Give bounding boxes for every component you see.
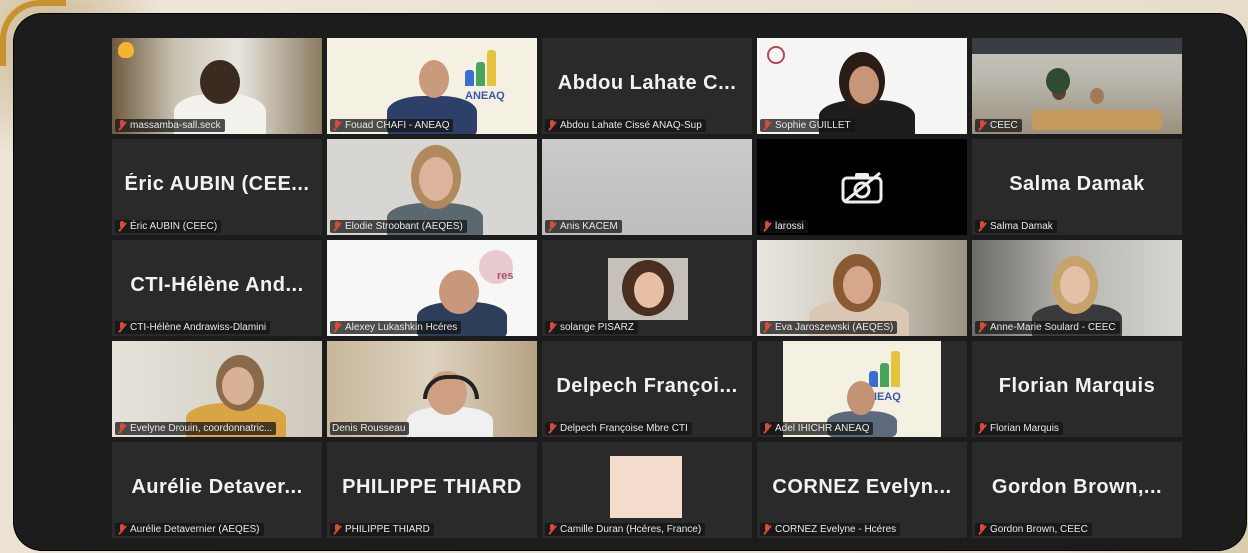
logo-text: res bbox=[497, 270, 514, 282]
mic-muted-icon bbox=[977, 423, 987, 434]
logo-text: ANEAQ bbox=[465, 90, 505, 102]
participant-display-name: Abdou Lahate C... bbox=[557, 72, 737, 94]
participant-display-name: Éric AUBIN (CEE... bbox=[124, 173, 310, 195]
participant-tile[interactable]: Aurélie Detaver... Aurélie Detavernier (… bbox=[112, 442, 322, 538]
participant-tile[interactable]: Anne-Marie Soulard - CEEC bbox=[972, 240, 1182, 336]
participant-name-label: Anne-Marie Soulard - CEEC bbox=[975, 321, 1120, 334]
mic-muted-icon bbox=[977, 120, 987, 131]
participant-name-label: Denis Rousseau bbox=[330, 422, 410, 435]
mic-muted-icon bbox=[547, 120, 557, 131]
mic-muted-icon bbox=[547, 524, 557, 535]
mic-muted-icon bbox=[332, 524, 342, 535]
participant-name-label: Anis KACEM bbox=[545, 220, 622, 233]
mic-muted-icon bbox=[547, 221, 557, 232]
participant-name-label: Elodie Stroobant (AEQES) bbox=[330, 220, 467, 233]
participant-display-name: CORNEZ Evelyn... bbox=[772, 476, 952, 498]
video-call-window: massamba-sall.seck ANEAQ Fouad CHAFI - A… bbox=[14, 14, 1246, 550]
participant-display-name: PHILIPPE THIARD bbox=[342, 476, 522, 498]
participant-name-label: Eva Jaroszewski (AEQES) bbox=[760, 321, 898, 334]
participant-tile[interactable]: Abdou Lahate C... Abdou Lahate Cissé ANA… bbox=[542, 38, 752, 134]
participant-tile[interactable]: NEAQ Adel IHICHR ANEAQ bbox=[757, 341, 967, 437]
participant-name-label: Delpech Françoise Mbre CTI bbox=[545, 422, 692, 435]
mic-muted-icon bbox=[332, 322, 342, 333]
mic-muted-icon bbox=[117, 423, 127, 434]
mic-muted-icon bbox=[977, 524, 987, 535]
participant-name-label: Alexey Lukashkin Hcéres bbox=[330, 321, 462, 334]
organisation-logo-icon bbox=[767, 46, 785, 64]
participant-display-name: Delpech Françoi... bbox=[556, 375, 738, 397]
mic-muted-icon bbox=[977, 322, 987, 333]
mic-muted-icon bbox=[762, 322, 772, 333]
participant-display-name: CTI-Hélène And... bbox=[130, 274, 304, 296]
mic-muted-icon bbox=[117, 524, 127, 535]
participant-name-label: CTI-Hélène Andrawiss-Dlamini bbox=[115, 321, 271, 334]
camera-off-icon bbox=[841, 171, 883, 204]
participant-tile[interactable]: Eva Jaroszewski (AEQES) bbox=[757, 240, 967, 336]
participant-name-label: CORNEZ Evelyne - Hcéres bbox=[760, 523, 901, 536]
mic-muted-icon bbox=[332, 120, 342, 131]
gallery-grid: massamba-sall.seck ANEAQ Fouad CHAFI - A… bbox=[112, 38, 1182, 538]
mic-muted-icon bbox=[117, 120, 127, 131]
participant-display-name: Aurélie Detaver... bbox=[131, 476, 303, 498]
participant-tile[interactable]: Camille Duran (Hcéres, France) bbox=[542, 442, 752, 538]
participant-tile[interactable]: Florian Marquis Florian Marquis bbox=[972, 341, 1182, 437]
mic-muted-icon bbox=[762, 120, 772, 131]
participant-name-label: Aurélie Detavernier (AEQES) bbox=[115, 523, 264, 536]
participant-tile-active-speaker[interactable]: Sophie GUILLET bbox=[757, 38, 967, 134]
participant-tile[interactable]: Éric AUBIN (CEE... Éric AUBIN (CEEC) bbox=[112, 139, 322, 235]
participant-name-label: Florian Marquis bbox=[975, 422, 1063, 435]
participant-tile[interactable]: CEEC bbox=[972, 38, 1182, 134]
mic-muted-icon bbox=[977, 221, 987, 232]
participant-tile[interactable]: Evelyne Drouin, coordonnatric... bbox=[112, 341, 322, 437]
participant-name-label: Gordon Brown, CEEC bbox=[975, 523, 1092, 536]
participant-display-name: Florian Marquis bbox=[998, 375, 1156, 397]
participant-tile[interactable]: Denis Rousseau bbox=[327, 341, 537, 437]
participant-tile[interactable]: res Alexey Lukashkin Hcéres bbox=[327, 240, 537, 336]
mic-muted-icon bbox=[762, 423, 772, 434]
participant-tile[interactable]: Gordon Brown,... Gordon Brown, CEEC bbox=[972, 442, 1182, 538]
participant-tile[interactable]: Salma Damak Salma Damak bbox=[972, 139, 1182, 235]
mic-muted-icon bbox=[332, 221, 342, 232]
mic-muted-icon bbox=[117, 221, 127, 232]
participant-tile[interactable]: massamba-sall.seck bbox=[112, 38, 322, 134]
participant-name-label: Evelyne Drouin, coordonnatric... bbox=[115, 422, 277, 435]
participant-tile[interactable]: Elodie Stroobant (AEQES) bbox=[327, 139, 537, 235]
participant-tile[interactable]: CORNEZ Evelyn... CORNEZ Evelyne - Hcéres bbox=[757, 442, 967, 538]
participant-tile[interactable]: Anis KACEM bbox=[542, 139, 752, 235]
aneaq-logo-icon bbox=[869, 347, 909, 387]
participant-name-label: Fouad CHAFI - ANEAQ bbox=[330, 119, 454, 132]
participant-name-label: massamba-sall.seck bbox=[115, 119, 225, 132]
participant-display-name: Gordon Brown,... bbox=[991, 476, 1163, 498]
participant-tile[interactable]: PHILIPPE THIARD PHILIPPE THIARD bbox=[327, 442, 537, 538]
participant-name-label: Abdou Lahate Cissé ANAQ-Sup bbox=[545, 119, 706, 132]
participant-tile[interactable]: larossi bbox=[757, 139, 967, 235]
mic-muted-icon bbox=[762, 221, 772, 232]
participant-name-label: Éric AUBIN (CEEC) bbox=[115, 220, 222, 233]
aneaq-logo-icon bbox=[465, 46, 505, 86]
mic-muted-icon bbox=[547, 322, 557, 333]
participant-name-label: solange PISARZ bbox=[545, 321, 638, 334]
participant-name-label: CEEC bbox=[975, 119, 1022, 132]
participant-tile[interactable]: solange PISARZ bbox=[542, 240, 752, 336]
participant-name-label: Sophie GUILLET bbox=[760, 119, 855, 132]
participant-name-label: Adel IHICHR ANEAQ bbox=[760, 422, 874, 435]
participant-name-label: PHILIPPE THIARD bbox=[330, 523, 434, 536]
participant-tile[interactable]: ANEAQ Fouad CHAFI - ANEAQ bbox=[327, 38, 537, 134]
mic-muted-icon bbox=[547, 423, 557, 434]
mic-muted-icon bbox=[117, 322, 127, 333]
participant-name-label: Salma Damak bbox=[975, 220, 1057, 233]
raised-hand-icon bbox=[118, 42, 134, 58]
participant-name-label: Camille Duran (Hcéres, France) bbox=[545, 523, 706, 536]
mic-muted-icon bbox=[762, 524, 772, 535]
participant-tile[interactable]: Delpech Françoi... Delpech Françoise Mbr… bbox=[542, 341, 752, 437]
participant-display-name: Salma Damak bbox=[1009, 173, 1145, 195]
participant-tile[interactable]: CTI-Hélène And... CTI-Hélène Andrawiss-D… bbox=[112, 240, 322, 336]
participant-name-label: larossi bbox=[760, 220, 808, 233]
